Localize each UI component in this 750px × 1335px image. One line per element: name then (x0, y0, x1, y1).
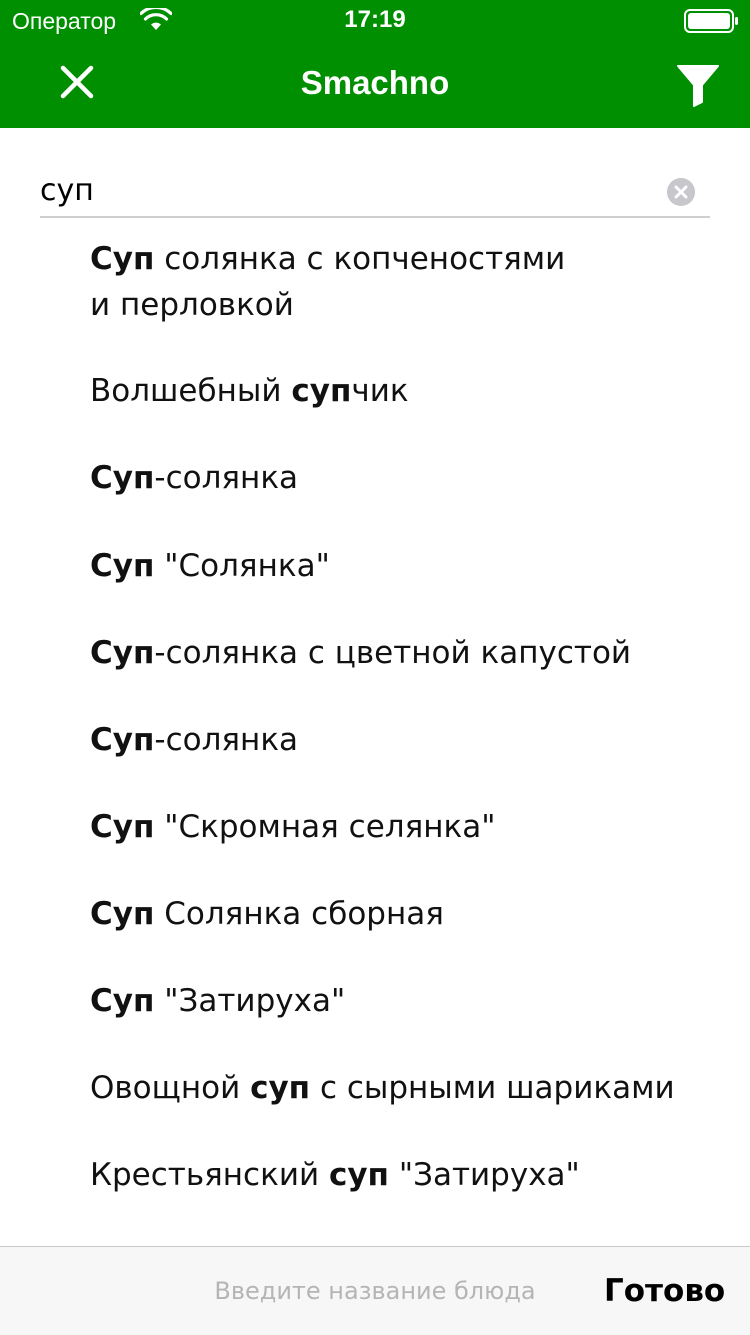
suggestion-text: -солянка (154, 460, 299, 496)
suggestion-match-text: Суп (90, 635, 155, 671)
suggestion-match-text: Суп (90, 983, 155, 1019)
navigation-bar: Smachno (0, 40, 750, 128)
suggestion-text: чик (351, 373, 409, 409)
suggestion-match-text: Суп (90, 722, 155, 758)
battery-icon (684, 9, 738, 33)
suggestion-match-text: Суп (90, 809, 155, 845)
suggestion-text: "Затируха" (388, 1157, 580, 1193)
status-bar: Оператор 17:19 (0, 0, 750, 40)
suggestion-match-text: Суп (90, 460, 155, 496)
keyboard-accessory-bar: Введите название блюда Готово (0, 1246, 750, 1335)
suggestion-match-text: суп (328, 1157, 389, 1193)
search-bar (40, 164, 710, 218)
suggestion-match-text: суп (250, 1070, 311, 1106)
suggestion-match-text: суп (291, 373, 352, 409)
suggestion-item[interactable]: Волшебный супчик (90, 368, 730, 414)
suggestion-text: Солянка сборная (154, 896, 444, 932)
status-time: 17:19 (344, 6, 406, 33)
suggestion-item[interactable]: Овощной суп с сырными шариками (90, 1065, 730, 1111)
suggestion-item[interactable]: Крестьянский суп "Затируха" (90, 1152, 730, 1198)
filter-icon[interactable] (675, 62, 721, 108)
suggestion-text: -солянка (154, 722, 299, 758)
page-title: Smachno (300, 64, 450, 101)
suggestion-text: солянка с копченостями (154, 241, 566, 277)
done-button[interactable]: Готово (604, 1271, 725, 1311)
suggestion-item[interactable]: Суп-солянка (90, 455, 730, 501)
suggestion-item[interactable]: Суп солянка с копченостями и перловкой (90, 236, 730, 328)
suggestion-text: Овощной (90, 1070, 251, 1106)
suggestion-item[interactable]: Суп-солянка с цветной капустой (90, 630, 730, 676)
suggestion-match-text: Суп (90, 548, 155, 584)
suggestion-item[interactable]: Суп "Скромная селянка" (90, 804, 730, 850)
app-header: Оператор 17:19 Smachno (0, 0, 750, 128)
suggestion-text: "Скромная селянка" (154, 809, 496, 845)
suggestion-text: -солянка с цветной капустой (154, 635, 632, 671)
suggestion-text: "Солянка" (154, 548, 330, 584)
clear-icon[interactable] (667, 178, 695, 206)
suggestion-item[interactable]: Суп "Солянка" (90, 543, 730, 589)
suggestion-text: и перловкой (90, 287, 294, 323)
search-input[interactable] (40, 164, 650, 216)
suggestion-item[interactable]: Суп-солянка (90, 717, 730, 763)
suggestion-match-text: Суп (90, 241, 155, 277)
suggestion-text: "Затируха" (154, 983, 346, 1019)
suggestion-item[interactable]: Суп "Затируха" (90, 978, 730, 1024)
suggestion-item[interactable]: Суп Солянка сборная (90, 891, 730, 937)
suggestion-match-text: Суп (90, 896, 155, 932)
suggestion-text: Крестьянский (90, 1157, 329, 1193)
suggestion-text: Волшебный (90, 373, 292, 409)
suggestion-text: с сырными шариками (310, 1070, 675, 1106)
